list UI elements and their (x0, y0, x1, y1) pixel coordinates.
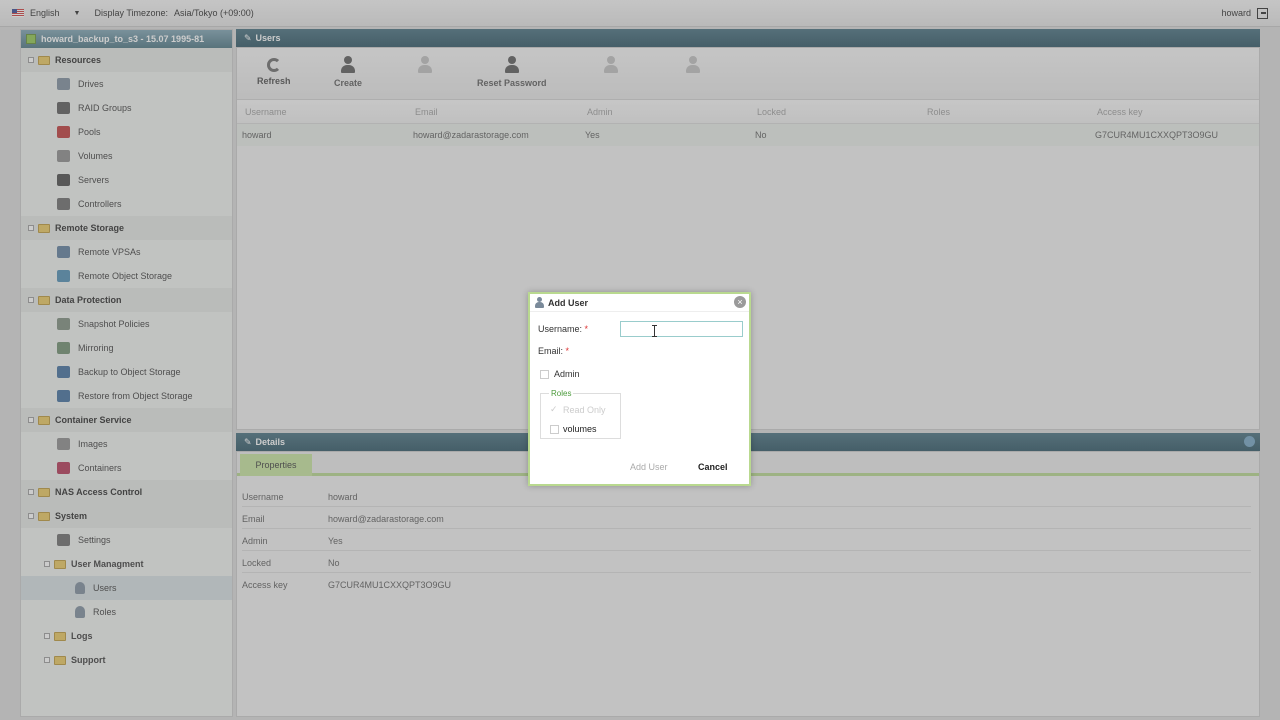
email-input[interactable] (620, 343, 743, 359)
dialog-title: Add User (548, 297, 589, 308)
text-cursor-icon (652, 325, 657, 337)
role-volumes: volumes (563, 424, 597, 434)
role-read-only: Read Only (563, 405, 606, 415)
dialog-header: Add User (530, 294, 749, 312)
cancel-button[interactable]: Cancel (698, 462, 728, 472)
required-mark: * (584, 324, 589, 334)
email-label-text: Email: (538, 346, 564, 356)
admin-checkbox[interactable] (540, 370, 549, 379)
add-user-button[interactable]: Add User (630, 462, 668, 472)
roles-fieldset: Roles ✓ Read Only volumes (540, 389, 621, 439)
admin-label: Admin (554, 369, 580, 379)
user-icon (535, 297, 544, 308)
volumes-role-checkbox[interactable] (550, 425, 559, 434)
roles-legend: Roles (549, 389, 574, 398)
check-icon: ✓ (550, 404, 558, 414)
add-user-dialog: Add User × Username: * Email: * Admin Ro… (528, 292, 751, 486)
required-mark: * (565, 346, 570, 356)
username-label-text: Username: (538, 324, 583, 334)
email-label: Email: * (538, 346, 569, 356)
username-label: Username: * (538, 324, 588, 334)
close-icon[interactable]: × (734, 296, 746, 308)
username-input[interactable] (620, 321, 743, 337)
